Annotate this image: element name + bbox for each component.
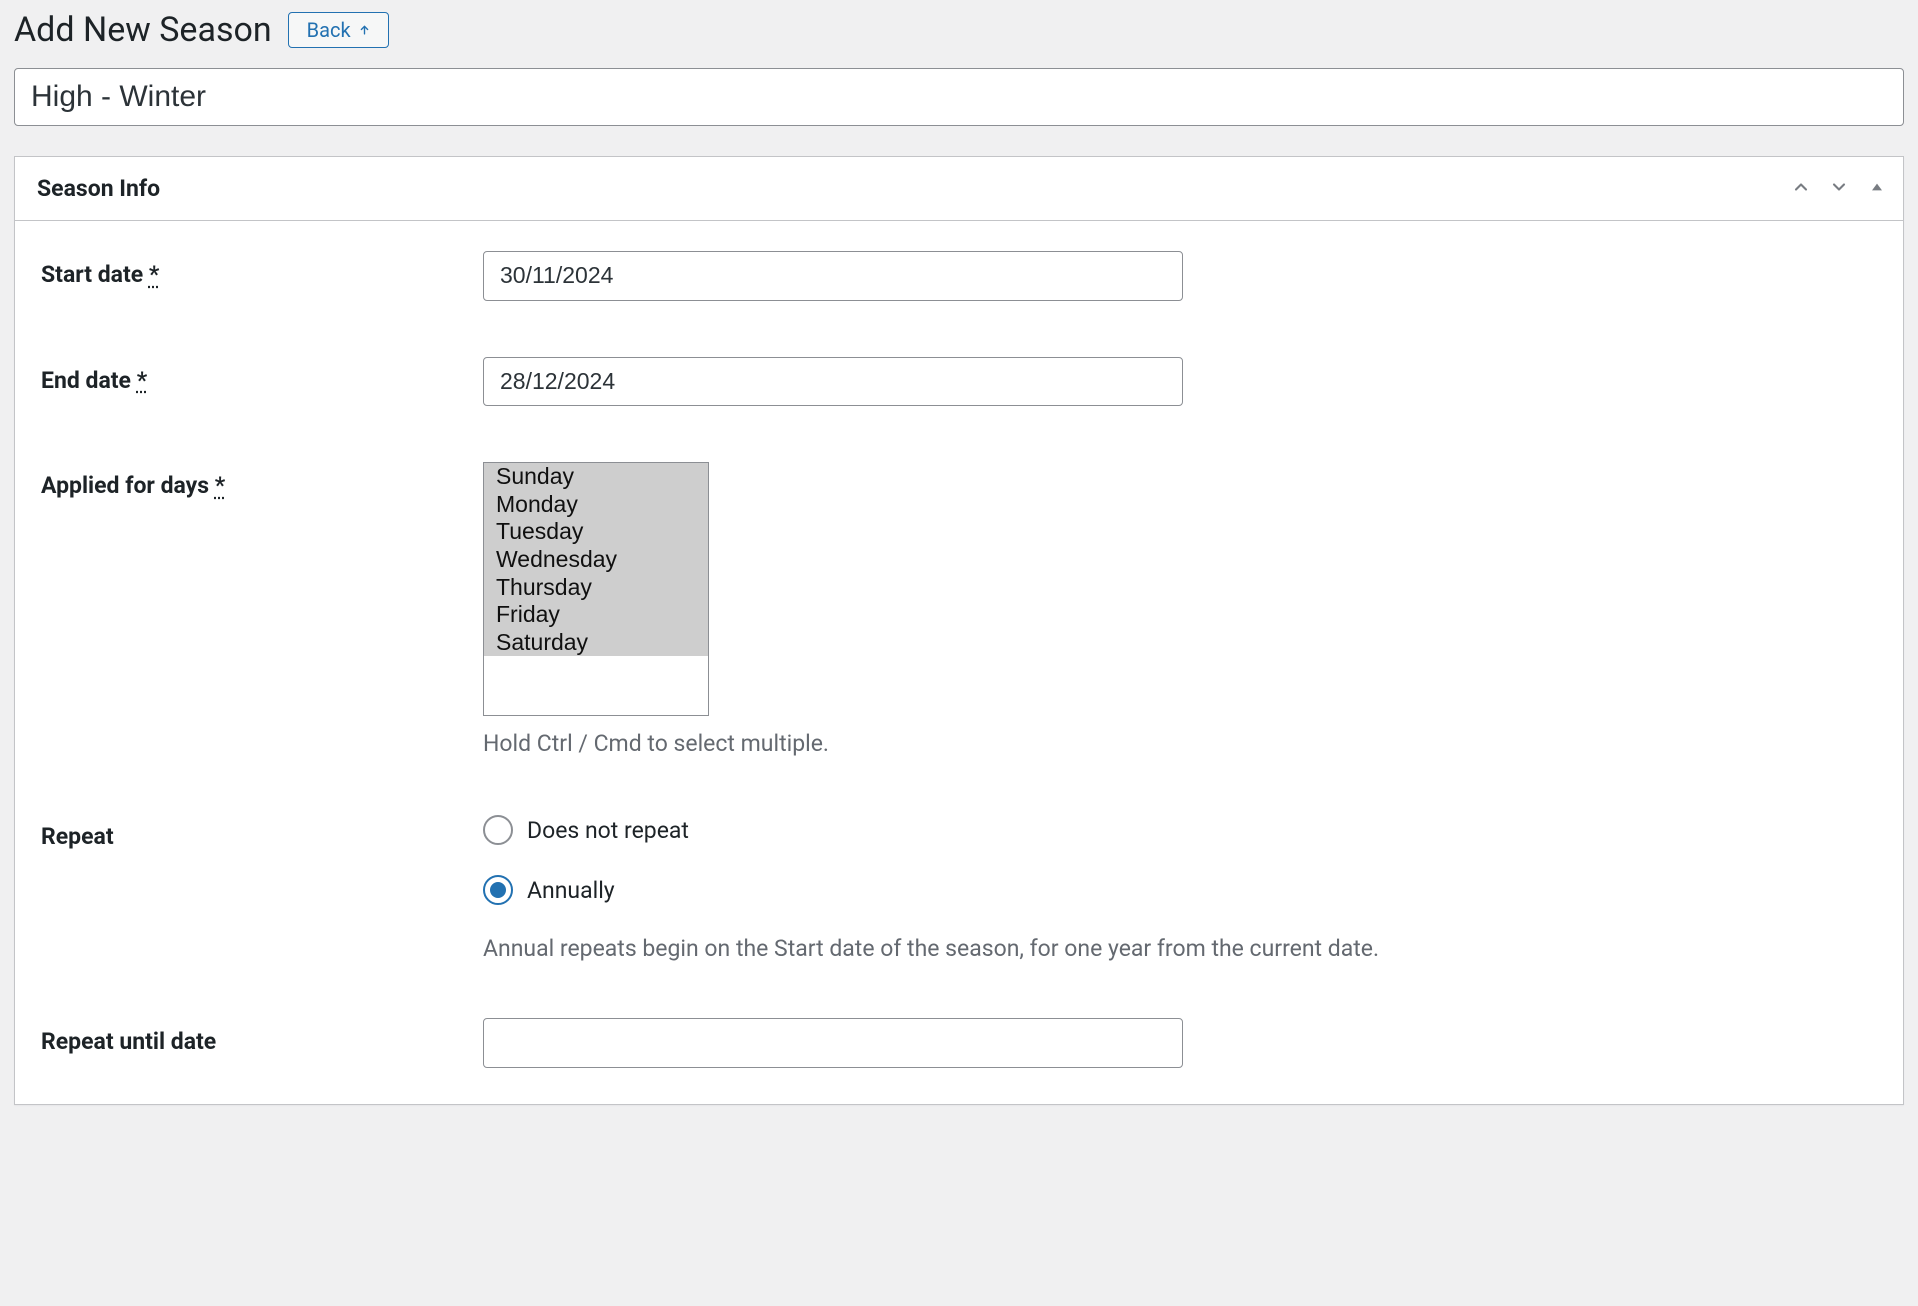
repeat-label: Repeat	[41, 823, 114, 850]
day-option[interactable]: Sunday	[484, 463, 708, 491]
panel-title: Season Info	[37, 175, 160, 202]
day-option[interactable]: Wednesday	[484, 546, 708, 574]
back-button[interactable]: Back	[288, 12, 389, 48]
repeat-annually-radio[interactable]	[483, 875, 513, 905]
day-option[interactable]: Saturday	[484, 629, 708, 657]
required-mark: *	[149, 261, 159, 288]
applied-days-label-text: Applied for days	[41, 472, 215, 499]
day-option[interactable]: Monday	[484, 491, 708, 519]
end-date-label-text: End date	[41, 367, 137, 394]
repeat-help: Annual repeats begin on the Start date o…	[483, 935, 1877, 962]
back-button-label: Back	[307, 17, 351, 43]
repeat-until-label: Repeat until date	[41, 1028, 216, 1055]
triangle-up-icon	[1867, 177, 1887, 200]
repeat-none-label[interactable]: Does not repeat	[527, 817, 689, 844]
repeat-annually-label[interactable]: Annually	[527, 877, 615, 904]
day-option[interactable]: Thursday	[484, 574, 708, 602]
required-mark: *	[215, 472, 225, 499]
applied-days-help: Hold Ctrl / Cmd to select multiple.	[483, 730, 1877, 757]
start-date-label: Start date *	[41, 261, 159, 288]
start-date-label-text: Start date	[41, 261, 149, 288]
panel-header: Season Info	[15, 157, 1903, 221]
toggle-panel-button[interactable]	[1867, 177, 1887, 200]
move-down-button[interactable]	[1829, 177, 1849, 200]
back-arrow-icon	[357, 17, 372, 43]
applied-days-label: Applied for days *	[41, 472, 225, 499]
day-option[interactable]: Tuesday	[484, 518, 708, 546]
repeat-until-input[interactable]	[483, 1018, 1183, 1068]
repeat-none-radio[interactable]	[483, 815, 513, 845]
chevron-up-icon	[1791, 177, 1811, 200]
end-date-input[interactable]	[483, 357, 1183, 407]
chevron-down-icon	[1829, 177, 1849, 200]
season-title-input[interactable]	[14, 68, 1904, 126]
page-title: Add New Season	[14, 10, 272, 50]
move-up-button[interactable]	[1791, 177, 1811, 200]
start-date-input[interactable]	[483, 251, 1183, 301]
day-option[interactable]: Friday	[484, 601, 708, 629]
end-date-label: End date *	[41, 367, 147, 394]
season-info-panel: Season Info	[14, 156, 1904, 1105]
required-mark: *	[137, 367, 147, 394]
applied-days-select[interactable]: SundayMondayTuesdayWednesdayThursdayFrid…	[483, 462, 709, 716]
